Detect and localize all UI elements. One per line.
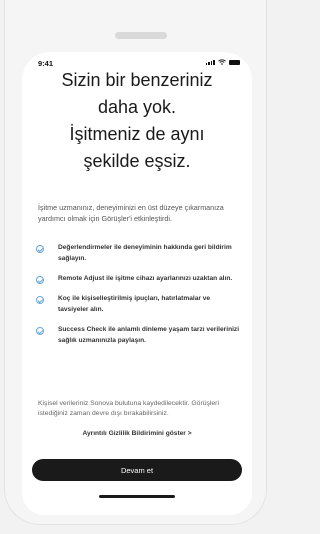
- feature-text: Remote Adjust ile işitme cihazı ayarları…: [58, 275, 233, 282]
- signal-icon: [205, 60, 215, 65]
- status-icons: [205, 59, 240, 65]
- app-screen: 9:41 Sizin bir benzeriniz daha yok. İşit…: [22, 52, 252, 515]
- page-title: Sizin bir benzeriniz daha yok. İşitmeniz…: [30, 67, 244, 175]
- check-circle-icon: [36, 327, 44, 335]
- home-indicator: [99, 495, 175, 498]
- feature-text: Koç ile kişiselleştirilmiş ipuçları, hat…: [58, 295, 211, 313]
- wifi-icon: [218, 59, 226, 65]
- feature-item: Koç ile kişiselleştirilmiş ipuçları, hat…: [36, 293, 242, 315]
- phone-frame: 9:41 Sizin bir benzeriniz daha yok. İşit…: [4, 0, 267, 525]
- intro-text: İşitme uzmanınız, deneyiminizi en üst dü…: [38, 203, 224, 223]
- feature-item: Değerlendirmeler ile deneyiminin hakkınd…: [36, 242, 242, 264]
- feature-item: Remote Adjust ile işitme cihazı ayarları…: [36, 273, 242, 284]
- phone-speaker: [115, 32, 167, 39]
- title-line: İşitmeniz de aynı: [69, 124, 205, 144]
- title-line: daha yok.: [97, 97, 177, 117]
- feature-item: Success Check ile anlamlı dinleme yaşam …: [36, 324, 242, 346]
- title-line: şekilde eşsiz.: [83, 151, 191, 171]
- feature-text: Değerlendirmeler ile deneyiminin hakkınd…: [58, 244, 232, 262]
- feature-list: Değerlendirmeler ile deneyiminin hakkınd…: [36, 242, 242, 355]
- check-circle-icon: [36, 296, 44, 304]
- title-line: Sizin bir benzeriniz: [61, 70, 213, 90]
- privacy-text: Kişisel verileriniz Sonova bulutuna kayd…: [38, 400, 219, 417]
- check-circle-icon: [36, 276, 44, 284]
- feature-text: Success Check ile anlamlı dinleme yaşam …: [58, 326, 240, 344]
- privacy-notice-link[interactable]: Ayrıntılı Gizlilik Bildirimini göster >: [22, 430, 252, 437]
- check-circle-icon: [36, 245, 44, 253]
- battery-icon: [229, 60, 240, 65]
- continue-button[interactable]: Devam et: [32, 459, 242, 481]
